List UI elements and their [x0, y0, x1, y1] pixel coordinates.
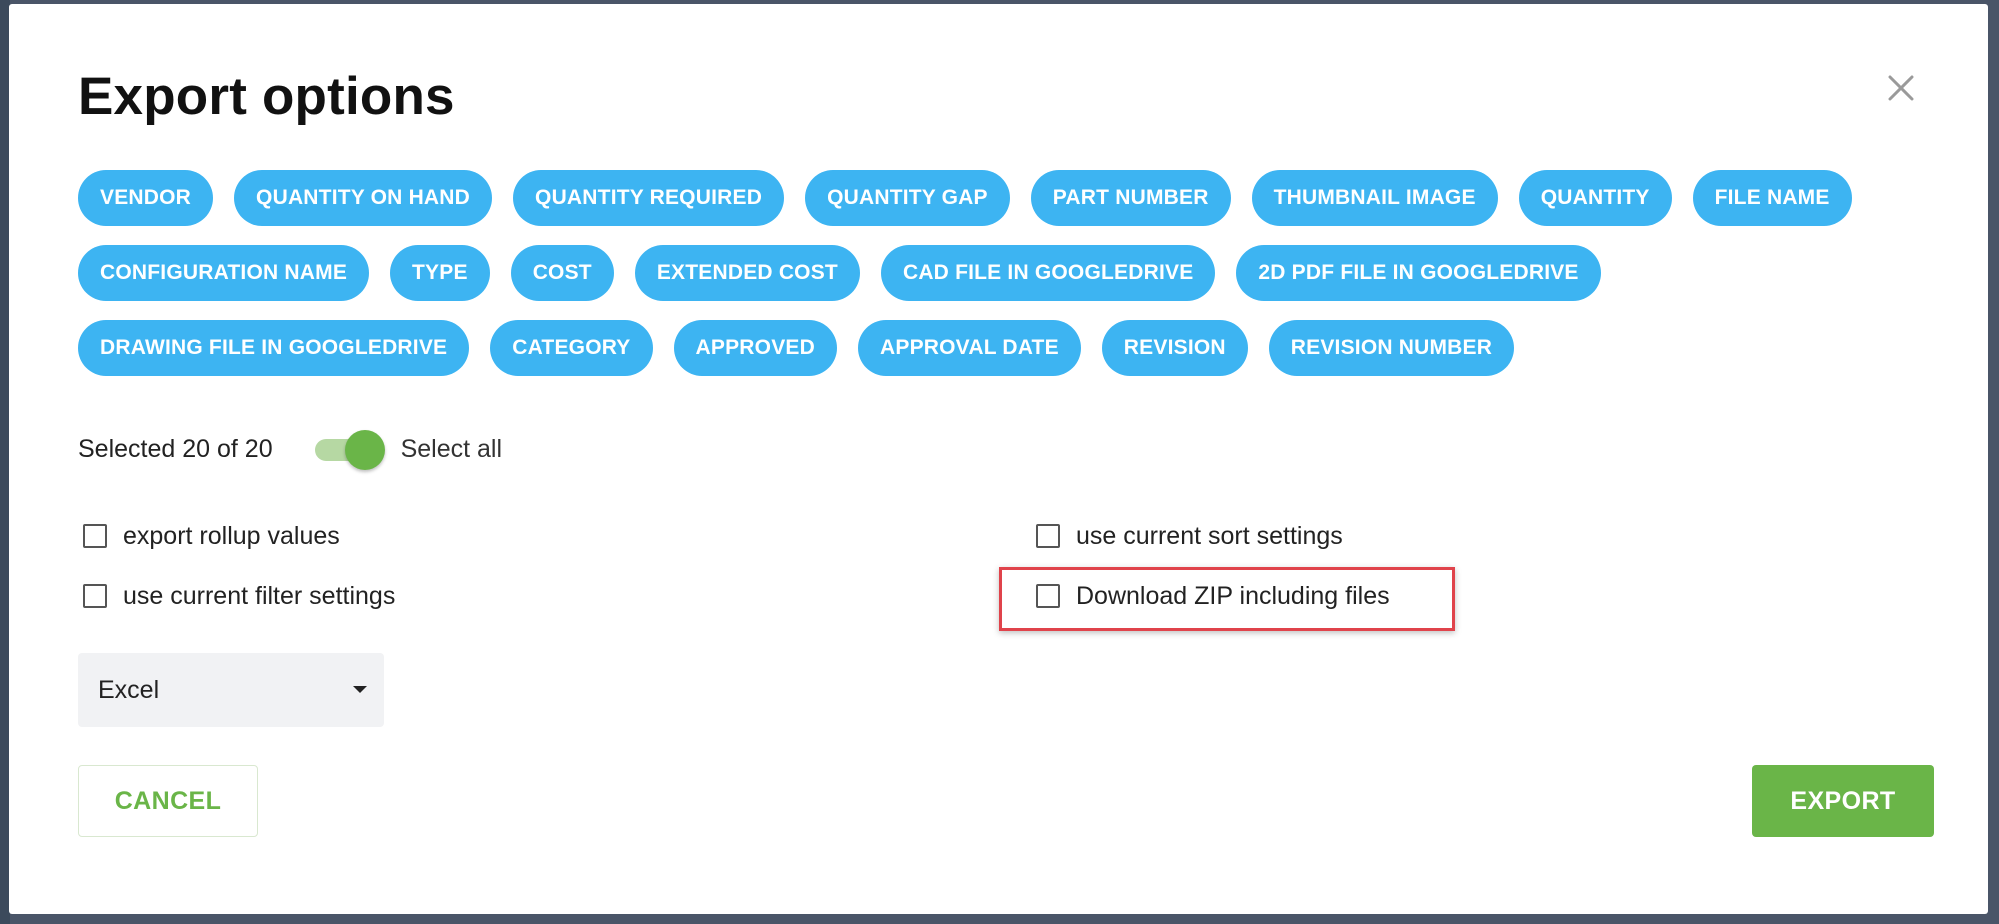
selection-row: Selected 20 of 20 Select all: [78, 427, 502, 471]
chip-extended-cost[interactable]: EXTENDED COST: [634, 245, 860, 301]
dialog-title: Export options: [78, 67, 455, 126]
chip-row: DRAWING FILE IN GOOGLEDRIVE CATEGORY APP…: [78, 320, 1878, 376]
chip-quantity-required[interactable]: QUANTITY REQUIRED: [513, 170, 785, 226]
chip-vendor[interactable]: VENDOR: [78, 170, 214, 226]
export-rollup-option[interactable]: export rollup values: [83, 518, 340, 554]
chip-2d-pdf-file-in-googledrive[interactable]: 2D PDF FILE IN GOOGLEDRIVE: [1236, 245, 1601, 301]
current-filter-label: use current filter settings: [123, 581, 396, 610]
chip-type[interactable]: TYPE: [390, 245, 490, 301]
chip-cad-file-in-googledrive[interactable]: CAD FILE IN GOOGLEDRIVE: [880, 245, 1216, 301]
caret-down-icon: [353, 686, 367, 693]
current-sort-label: use current sort settings: [1076, 521, 1343, 550]
export-rollup-label: export rollup values: [123, 521, 340, 550]
current-sort-option[interactable]: use current sort settings: [1036, 518, 1343, 554]
chip-configuration-name[interactable]: CONFIGURATION NAME: [78, 245, 370, 301]
select-all-label: Select all: [400, 434, 503, 463]
chip-approved[interactable]: APPROVED: [673, 320, 837, 376]
selection-count: Selected 20 of 20: [78, 434, 273, 463]
chip-quantity[interactable]: QUANTITY: [1518, 170, 1672, 226]
export-options-dialog: Export options VENDOR QUANTITY ON HAND Q…: [9, 4, 1988, 914]
cancel-button[interactable]: CANCEL: [78, 765, 258, 837]
chip-approval-date[interactable]: APPROVAL DATE: [858, 320, 1081, 376]
chip-thumbnail-image[interactable]: THUMBNAIL IMAGE: [1251, 170, 1498, 226]
chip-quantity-on-hand[interactable]: QUANTITY ON HAND: [234, 170, 493, 226]
chip-row: CONFIGURATION NAME TYPE COST EXTENDED CO…: [78, 245, 1878, 301]
close-icon[interactable]: [1881, 68, 1921, 108]
format-select[interactable]: Excel: [78, 653, 384, 727]
chip-revision-number[interactable]: REVISION NUMBER: [1268, 320, 1515, 376]
chip-category[interactable]: CATEGORY: [490, 320, 653, 376]
chip-part-number[interactable]: PART NUMBER: [1030, 170, 1231, 226]
current-sort-checkbox[interactable]: [1036, 524, 1060, 548]
select-all-toggle[interactable]: [313, 427, 385, 471]
export-button[interactable]: EXPORT: [1752, 765, 1934, 837]
current-filter-checkbox[interactable]: [83, 584, 107, 608]
format-select-value: Excel: [98, 675, 160, 704]
toggle-knob: [344, 430, 385, 470]
column-chip-list: VENDOR QUANTITY ON HAND QUANTITY REQUIRE…: [78, 170, 1878, 395]
export-rollup-checkbox[interactable]: [83, 524, 107, 548]
chip-revision[interactable]: REVISION: [1101, 320, 1248, 376]
chip-cost[interactable]: COST: [510, 245, 614, 301]
chip-quantity-gap[interactable]: QUANTITY GAP: [805, 170, 1010, 226]
chip-drawing-file-in-googledrive[interactable]: DRAWING FILE IN GOOGLEDRIVE: [78, 320, 470, 376]
chip-file-name[interactable]: FILE NAME: [1692, 170, 1852, 226]
current-filter-option[interactable]: use current filter settings: [83, 578, 395, 614]
highlight-box: [999, 567, 1455, 631]
chip-row: VENDOR QUANTITY ON HAND QUANTITY REQUIRE…: [78, 170, 1878, 226]
